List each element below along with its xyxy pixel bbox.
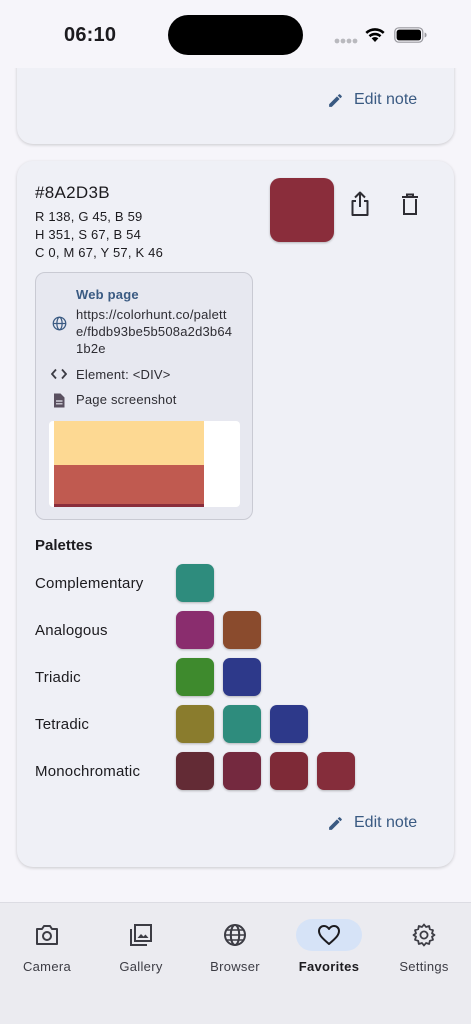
gear-icon (412, 923, 436, 947)
palette-swatch[interactable] (223, 752, 261, 790)
nav-label: Camera (22, 959, 72, 974)
palette-swatch[interactable] (270, 752, 308, 790)
wifi-icon (365, 28, 385, 42)
gallery-icon (130, 924, 152, 946)
edit-note-button[interactable]: Edit note (327, 91, 417, 109)
color-card: #8A2D3B R 138, G 45, B 59 H 351, S 67, B… (17, 161, 454, 867)
main-color-swatch[interactable] (270, 178, 334, 242)
nav-label: Gallery (119, 959, 163, 974)
palette-swatch[interactable] (176, 752, 214, 790)
pencil-icon (329, 816, 342, 830)
screenshot-label: Page screenshot (76, 392, 177, 407)
cellular-signal-icon (334, 38, 358, 44)
palette-swatch[interactable] (176, 611, 214, 649)
battery-icon (394, 27, 427, 43)
pencil-icon (329, 93, 342, 107)
active-indicator (296, 919, 362, 951)
palette-label: Monochromatic (35, 763, 141, 780)
dynamic-island (168, 15, 303, 55)
palette-label: Triadic (35, 669, 81, 686)
hex-value: #8A2D3B (35, 183, 110, 202)
source-info-box: Web page https://colorhunt.co/palette/fb… (35, 272, 253, 520)
status-time: 06:10 (64, 24, 117, 46)
edit-note-label: Edit note (354, 91, 418, 108)
heart-icon (318, 925, 340, 945)
palette-swatch[interactable] (317, 752, 355, 790)
palette-swatch[interactable] (176, 564, 214, 602)
palette-label: Tetradic (35, 716, 90, 733)
globe-icon (52, 316, 66, 331)
code-icon (51, 368, 67, 380)
nav-item-settings[interactable]: Settings (377, 903, 471, 983)
status-bar: 06:10 (0, 0, 471, 68)
screenshot-band (54, 465, 204, 505)
camera-icon (36, 925, 58, 945)
palette-label: Analogous (35, 622, 108, 639)
delete-button[interactable] (396, 190, 424, 218)
nav-label: Favorites (298, 959, 360, 974)
source-url: https://colorhunt.co/palette/fbdb93be5b5… (76, 307, 233, 356)
source-url-row[interactable]: https://colorhunt.co/palette/fbdb93be5b5… (50, 306, 236, 357)
cmyk-value: C 0, M 67, Y 57, K 46 (35, 245, 164, 260)
edit-note-label: Edit note (354, 814, 418, 831)
nav-item-gallery[interactable]: Gallery (94, 903, 188, 983)
nav-label: Browser (210, 959, 260, 974)
palette-swatch[interactable] (223, 658, 261, 696)
palette-label: Complementary (35, 575, 144, 592)
edit-note-button[interactable]: Edit note (327, 814, 417, 832)
share-button[interactable] (346, 190, 374, 218)
globe-icon (224, 924, 246, 946)
nav-item-browser[interactable]: Browser (188, 903, 282, 983)
source-title: Web page (76, 287, 139, 302)
palettes-title: Palettes (35, 537, 93, 554)
palette-swatch[interactable] (270, 705, 308, 743)
page-screenshot-thumbnail[interactable] (49, 421, 240, 507)
bottom-navigation: Camera Gallery Browser Favorites Setting… (0, 902, 471, 1024)
document-icon (54, 393, 65, 408)
trash-icon (402, 193, 418, 215)
palette-swatch[interactable] (176, 658, 214, 696)
rgb-value: R 138, G 45, B 59 (35, 209, 143, 224)
palette-swatch[interactable] (223, 611, 261, 649)
palette-swatch[interactable] (176, 705, 214, 743)
nav-label: Settings (399, 959, 449, 974)
source-element: Element: <DIV> (76, 367, 171, 382)
share-icon (351, 191, 369, 216)
screenshot-band (54, 504, 204, 507)
hsb-value: H 351, S 67, B 54 (35, 227, 142, 242)
palette-swatch[interactable] (223, 705, 261, 743)
screenshot-band (54, 421, 204, 465)
nav-item-camera[interactable]: Camera (0, 903, 94, 983)
nav-item-favorites[interactable]: Favorites (282, 903, 376, 983)
